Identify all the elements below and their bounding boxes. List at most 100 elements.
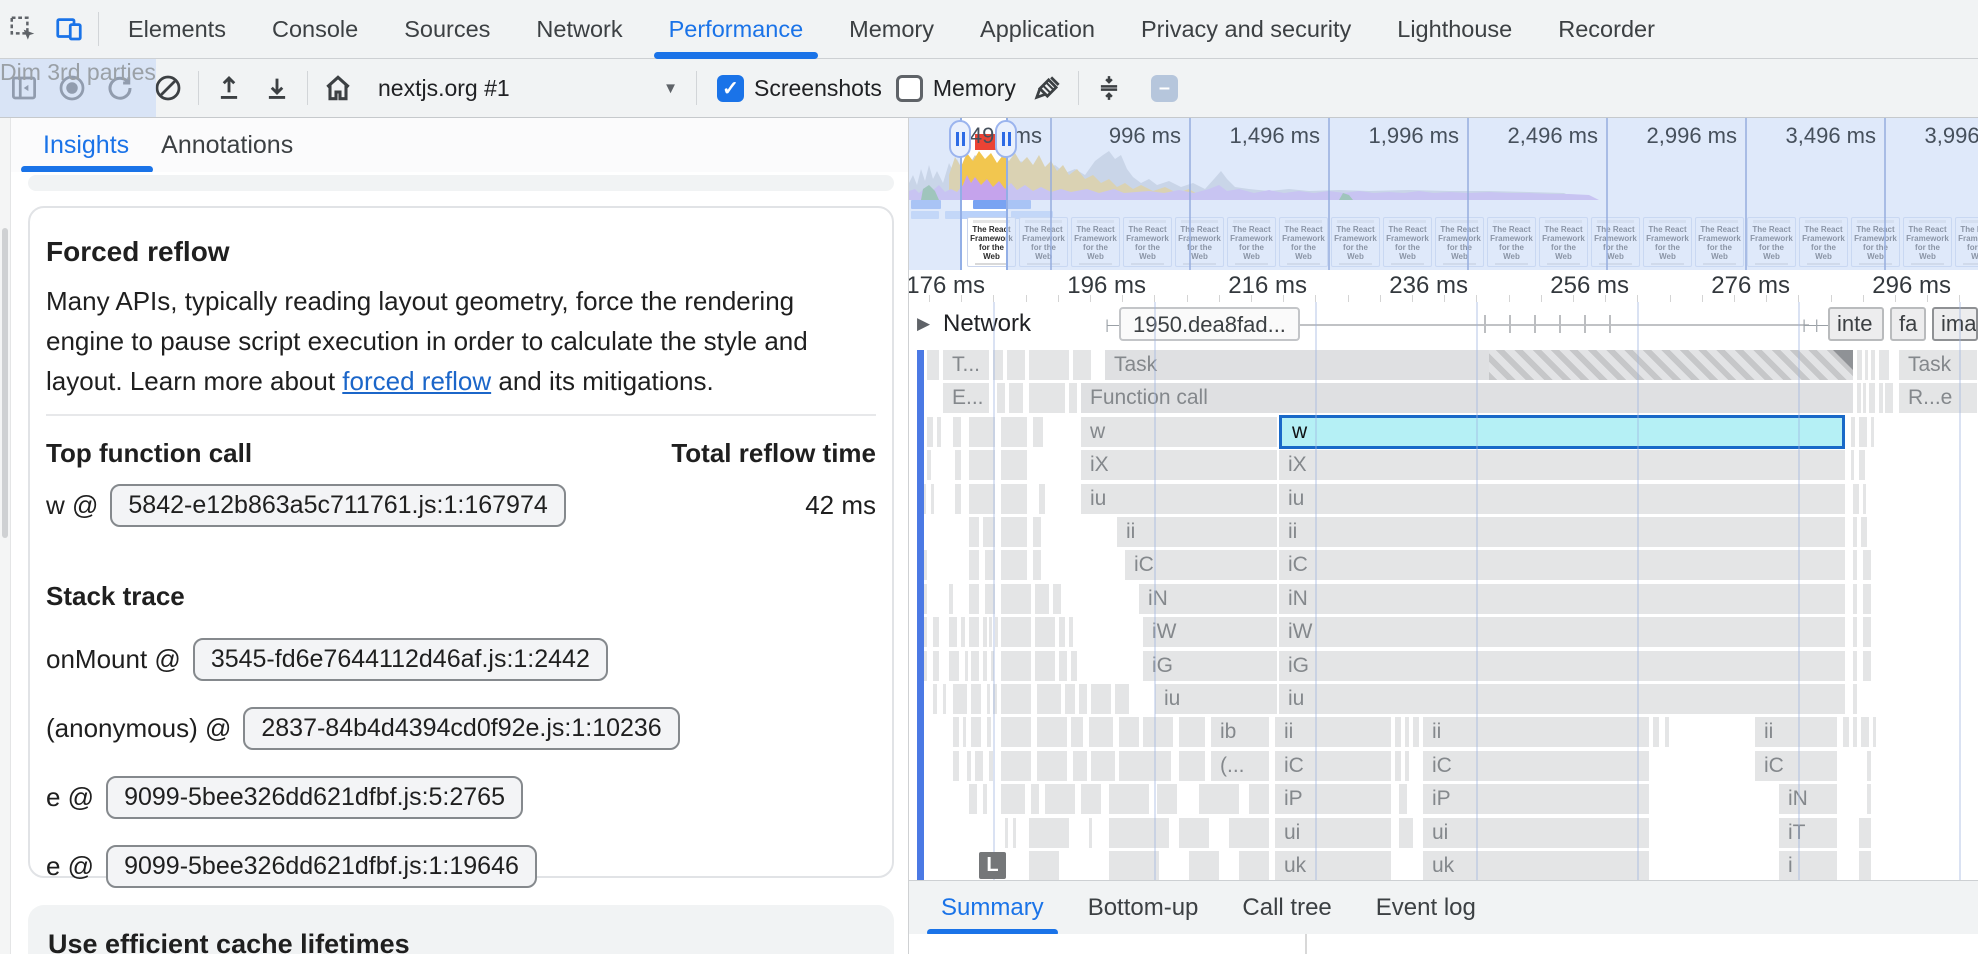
collapsed-insight-card[interactable] bbox=[28, 175, 894, 191]
tab-event-log[interactable]: Event log bbox=[1354, 881, 1498, 935]
flame-bar-ic[interactable]: iC bbox=[1275, 751, 1391, 781]
tab-network[interactable]: Network bbox=[513, 0, 645, 58]
tab-bottom-up[interactable]: Bottom-up bbox=[1066, 881, 1221, 935]
collect-garbage-icon[interactable] bbox=[1024, 66, 1072, 110]
source-location-link[interactable]: 5842-e12b863a5c711761.js:1:167974 bbox=[110, 484, 565, 527]
flame-bar-ii[interactable]: ii bbox=[1279, 517, 1845, 547]
flame-bar-w[interactable]: w bbox=[1279, 415, 1845, 449]
tab-performance[interactable]: Performance bbox=[646, 0, 827, 58]
flame-bar-e[interactable]: E... bbox=[943, 383, 989, 413]
live-metrics-home-icon[interactable] bbox=[314, 66, 362, 110]
scrollbar-thumb[interactable] bbox=[2, 228, 8, 538]
tab-lighthouse[interactable]: Lighthouse bbox=[1374, 0, 1535, 58]
flame-bar-task[interactable]: Task bbox=[1105, 350, 1853, 380]
tab-elements[interactable]: Elements bbox=[105, 0, 249, 58]
tab-summary[interactable]: Summary bbox=[919, 881, 1066, 935]
flame-bar-in[interactable]: iN bbox=[1779, 784, 1837, 814]
tab-annotations[interactable]: Annotations bbox=[161, 131, 293, 160]
flame-bar-task[interactable]: Task bbox=[1899, 350, 1977, 380]
lcp-marker[interactable]: L bbox=[979, 852, 1006, 879]
flame-bar-sliver bbox=[969, 517, 979, 547]
selection-handle-left[interactable] bbox=[949, 120, 971, 158]
cache-lifetimes-card[interactable]: Use efficient cache lifetimes bbox=[28, 905, 894, 954]
save-profile-icon[interactable] bbox=[253, 66, 301, 110]
flame-bar-ic[interactable]: iC bbox=[1423, 751, 1649, 781]
tab-call-tree[interactable]: Call tree bbox=[1220, 881, 1353, 935]
tab-privacy-and-security[interactable]: Privacy and security bbox=[1118, 0, 1374, 58]
tab-recorder[interactable]: Recorder bbox=[1535, 0, 1678, 58]
flame-bar-ig[interactable]: iG bbox=[1143, 651, 1277, 681]
flame-bar-r-e[interactable]: R...e bbox=[1899, 383, 1977, 413]
flame-bar-ui[interactable]: ui bbox=[1423, 818, 1649, 848]
timeline-overview[interactable]: The React Framework for the WebThe React… bbox=[909, 118, 1978, 271]
source-location-link[interactable]: 9099-5bee326dd621dfbf.js:1:19646 bbox=[106, 845, 537, 888]
history-select[interactable]: nextjs.org #1 ▼ bbox=[378, 75, 678, 102]
flame-bar-ix[interactable]: iX bbox=[1081, 450, 1277, 480]
tab-application[interactable]: Application bbox=[957, 0, 1118, 58]
flame-bar-ui[interactable]: ui bbox=[1275, 818, 1391, 848]
screenshots-label[interactable]: Screenshots bbox=[754, 75, 882, 102]
flame-bar-sliver bbox=[993, 684, 997, 714]
tab-console[interactable]: Console bbox=[249, 0, 381, 58]
flame-bar-iu[interactable]: iu bbox=[1279, 684, 1845, 714]
device-toolbar-icon[interactable] bbox=[46, 9, 92, 49]
flame-bar-sliver bbox=[1007, 350, 1025, 380]
flame-bar-ib[interactable]: ib bbox=[1211, 717, 1269, 747]
flame-chart[interactable]: T... Task Task E... Function call R...e wwiXiX… bbox=[909, 350, 1978, 880]
selection-handle-right[interactable] bbox=[995, 120, 1017, 158]
flame-bar-sliver bbox=[1033, 517, 1041, 547]
screenshots-checkbox[interactable]: ✓ bbox=[717, 75, 744, 102]
ruler-minor-tick bbox=[1058, 295, 1059, 302]
network-chip-image[interactable]: image bbox=[1932, 307, 1978, 341]
flame-bar-frame[interactable]: (... bbox=[1211, 751, 1269, 781]
flame-bar-sliver bbox=[1239, 851, 1269, 880]
flame-bar-ip[interactable]: iP bbox=[1423, 784, 1649, 814]
flame-bar-function-call[interactable]: Function call bbox=[1081, 383, 1853, 413]
inspect-icon[interactable] bbox=[0, 9, 46, 49]
flame-bar-uk[interactable]: uk bbox=[1423, 851, 1649, 880]
flame-bar-ip[interactable]: iP bbox=[1275, 784, 1391, 814]
memory-label[interactable]: Memory bbox=[933, 75, 1016, 102]
network-chip-inte[interactable]: inte bbox=[1828, 307, 1884, 341]
flame-bar-ic[interactable]: iC bbox=[1279, 550, 1845, 580]
flame-bar-iu[interactable]: iu bbox=[1081, 484, 1277, 514]
source-location-link[interactable]: 3545-fd6e7644112d46af.js:1:2442 bbox=[193, 638, 608, 681]
flame-bar-iw[interactable]: iW bbox=[1279, 617, 1845, 647]
flame-bar-in[interactable]: iN bbox=[1139, 584, 1277, 614]
flame-bar-i[interactable]: i bbox=[1779, 851, 1837, 880]
flame-bar-w[interactable]: w bbox=[1081, 417, 1277, 447]
dim-3rd-parties-checkbox[interactable]: – bbox=[1151, 75, 1178, 102]
forced-reflow-link[interactable]: forced reflow bbox=[342, 366, 491, 396]
flame-bar-ii[interactable]: ii bbox=[1275, 717, 1391, 747]
flame-bar-ig[interactable]: iG bbox=[1279, 651, 1845, 681]
load-profile-icon[interactable] bbox=[205, 66, 253, 110]
flame-bar-label: ii bbox=[1279, 517, 1845, 547]
sidebar-scrollbar[interactable] bbox=[0, 118, 11, 954]
flame-bar-in[interactable]: iN bbox=[1279, 584, 1845, 614]
flame-bar-iw[interactable]: iW bbox=[1143, 617, 1277, 647]
disclosure-triangle-icon[interactable]: ▶ bbox=[917, 314, 930, 334]
flame-bar-iu[interactable]: iu bbox=[1155, 684, 1277, 714]
flame-bar-uk[interactable]: uk bbox=[1275, 851, 1391, 880]
compact-rows-icon[interactable] bbox=[1085, 66, 1133, 110]
tab-sources[interactable]: Sources bbox=[381, 0, 513, 58]
flame-bar-ii[interactable]: ii bbox=[1117, 517, 1277, 547]
flame-bar-ii[interactable]: ii bbox=[1423, 717, 1649, 747]
flame-bar-iu[interactable]: iu bbox=[1279, 484, 1845, 514]
network-chip-fa[interactable]: fa bbox=[1890, 307, 1926, 341]
network-track-label[interactable]: Network bbox=[943, 310, 1031, 338]
flame-bar-it[interactable]: iT bbox=[1779, 818, 1837, 848]
ruler-tick-label: 236 ms bbox=[1328, 272, 1468, 300]
flame-bar-ic[interactable]: iC bbox=[1125, 550, 1277, 580]
flame-bar-ix[interactable]: iX bbox=[1279, 450, 1845, 480]
source-location-link[interactable]: 2837-84b4d4394cd0f92e.js:1:10236 bbox=[243, 707, 679, 750]
source-location-link[interactable]: 9099-5bee326dd621dfbf.js:5:2765 bbox=[106, 776, 523, 819]
flame-bar-ii[interactable]: ii bbox=[1755, 717, 1837, 747]
tab-insights[interactable]: Insights bbox=[43, 131, 129, 160]
ruler-minor-tick bbox=[1476, 295, 1477, 302]
flame-bar-ic[interactable]: iC bbox=[1755, 751, 1837, 781]
memory-checkbox[interactable] bbox=[896, 75, 923, 102]
flame-bar-t[interactable]: T... bbox=[943, 350, 989, 380]
network-request[interactable]: 1950.dea8fad... bbox=[1119, 307, 1300, 341]
tab-memory[interactable]: Memory bbox=[826, 0, 957, 58]
